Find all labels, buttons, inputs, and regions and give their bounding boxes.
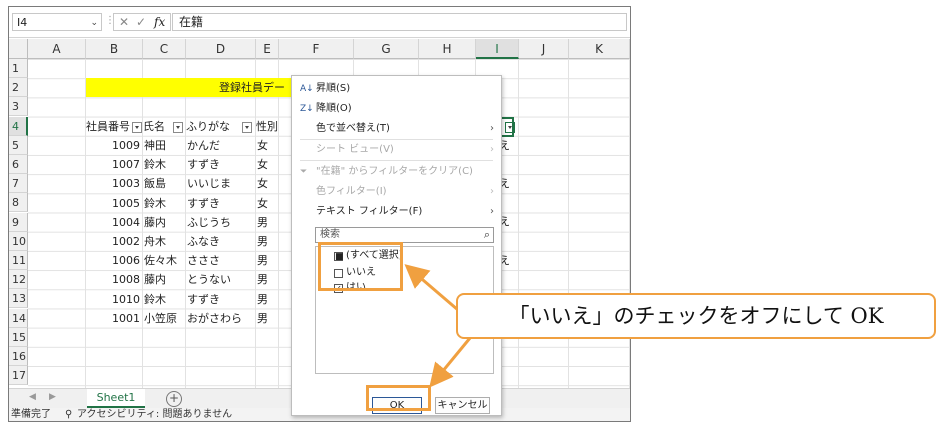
instruction-callout: 「いいえ」のチェックをオフにして OK (456, 293, 936, 339)
arrow-to-checkbox (404, 264, 459, 312)
callout-arrows (404, 264, 472, 388)
arrow-to-ok (429, 337, 472, 388)
